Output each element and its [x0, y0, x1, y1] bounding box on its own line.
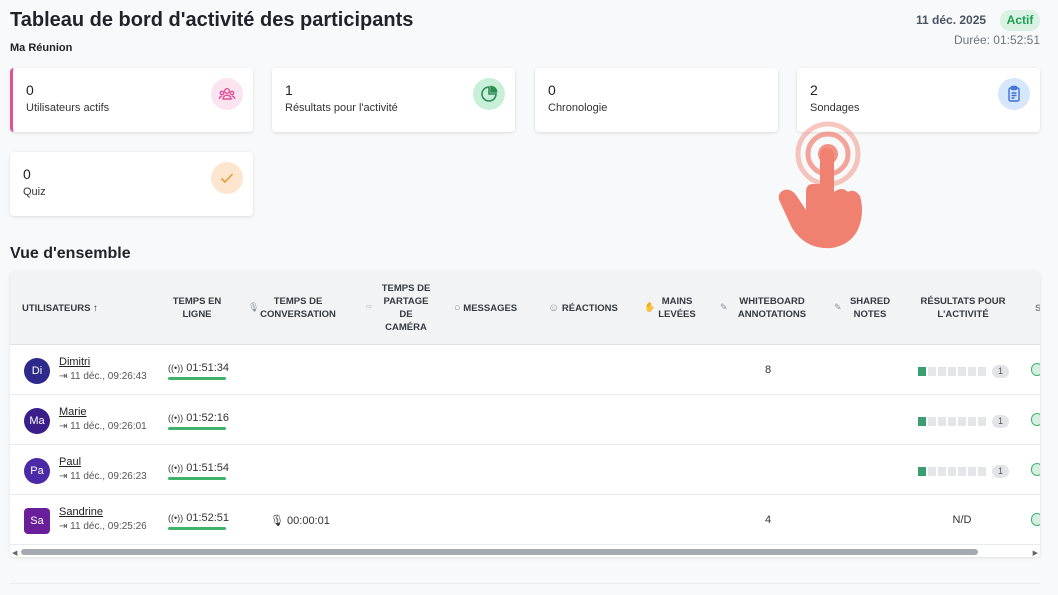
- sort-arrow-up-icon: ↑: [93, 303, 98, 314]
- talk-time: 🎙 00:00:01: [270, 515, 330, 527]
- table-row: Pa Paul ⇥ 11 déc., 09:26:23 ((•)) 01:51:…: [10, 445, 1040, 495]
- column-header-truncated[interactable]: S: [1035, 302, 1040, 315]
- microphone-icon: 🎙: [248, 302, 260, 312]
- broadcast-icon: ((•)): [168, 463, 184, 473]
- check-icon: [211, 162, 243, 194]
- message-icon: ○: [454, 302, 461, 314]
- table-header: UTILISATEURS ↑ TEMPS EN LIGNE 🎙 TEMPS DE C…: [10, 271, 1040, 345]
- horizontal-scrollbar[interactable]: ◀ ▶: [10, 545, 1040, 557]
- truncated-status-pill: [1031, 513, 1040, 526]
- activity-results-progress: 1: [918, 365, 1009, 378]
- card-value: 1: [285, 82, 293, 98]
- online-time: ((•)) 01:51:54: [168, 462, 230, 474]
- notes-icon: ✎: [834, 302, 842, 312]
- table-row: Ma Marie ⇥ 11 déc., 09:26:01 ((•)) 01:52…: [10, 395, 1040, 445]
- whiteboard-count: 4: [764, 514, 772, 526]
- scroll-right-arrow-icon[interactable]: ▶: [1033, 549, 1038, 557]
- user-name-link[interactable]: Sandrine: [59, 506, 103, 518]
- card-label: Sondages: [810, 102, 860, 114]
- pie-chart-icon: [473, 78, 505, 110]
- column-header-reactions[interactable]: ☺ RÉACTIONS: [548, 302, 618, 315]
- column-header-activity-results[interactable]: RÉSULTATS POUR L'ACTIVITÉ: [910, 295, 1016, 321]
- login-icon: ⇥: [59, 471, 68, 482]
- user-name-link[interactable]: Marie: [59, 406, 87, 418]
- online-time: ((•)) 01:51:34: [168, 362, 230, 374]
- users-icon: [211, 78, 243, 110]
- card-value: 0: [23, 166, 31, 182]
- user-name-link[interactable]: Dimitri: [59, 356, 90, 368]
- column-header-messages[interactable]: ○ MESSAGES: [454, 302, 517, 315]
- card-value: 2: [810, 82, 818, 98]
- login-icon: ⇥: [59, 421, 68, 432]
- scrollbar-thumb[interactable]: [21, 549, 978, 555]
- card-label: Chronologie: [548, 102, 608, 114]
- broadcast-icon: ((•)): [168, 413, 184, 423]
- results-count-badge: 1: [992, 415, 1009, 428]
- avatar: Pa: [24, 458, 50, 484]
- card-value: 0: [26, 82, 34, 98]
- page-title: Tableau de bord d'activité des participa…: [10, 9, 414, 31]
- join-time: ⇥ 11 déc., 09:26:01: [59, 421, 147, 432]
- truncated-status-pill: [1031, 363, 1040, 376]
- online-bar: [168, 477, 226, 480]
- results-count-badge: 1: [992, 465, 1009, 478]
- section-title: Vue d'ensemble: [10, 245, 131, 262]
- tap-hand-icon: [778, 121, 862, 249]
- activity-results-progress: 1: [918, 415, 1009, 428]
- card-timeline[interactable]: 0 Chronologie: [535, 68, 778, 132]
- meeting-name: Ma Réunion: [10, 42, 73, 54]
- card-value: 0: [548, 82, 556, 98]
- online-time: ((•)) 01:52:16: [168, 412, 230, 424]
- avatar: Sa: [24, 508, 50, 534]
- card-label: Quiz: [23, 186, 46, 198]
- clipboard-icon: [998, 78, 1030, 110]
- broadcast-icon: ((•)): [168, 513, 184, 523]
- truncated-status-pill: [1031, 463, 1040, 476]
- meeting-duration: Durée: 01:52:51: [953, 33, 1040, 47]
- join-time: ⇥ 11 déc., 09:26:23: [59, 471, 147, 482]
- column-header-raised-hands[interactable]: ✋ MAINS LEVÉES: [644, 295, 700, 321]
- scroll-left-arrow-icon[interactable]: ◀: [12, 549, 17, 557]
- table-row: Di Dimitri ⇥ 11 déc., 09:26:43 ((•)) 01:…: [10, 345, 1040, 395]
- whiteboard-count: 8: [764, 364, 772, 376]
- card-label: Utilisateurs actifs: [26, 102, 110, 114]
- join-time: ⇥ 11 déc., 09:26:43: [59, 371, 147, 382]
- online-bar: [168, 377, 226, 380]
- online-bar: [168, 527, 226, 530]
- hand-icon: ✋: [644, 302, 656, 312]
- online-bar: [168, 427, 226, 430]
- activity-table: UTILISATEURS ↑ TEMPS EN LIGNE 🎙 TEMPS DE C…: [10, 271, 1040, 557]
- join-time: ⇥ 11 déc., 09:25:26: [59, 521, 147, 532]
- activity-results-progress: 1: [918, 465, 1009, 478]
- avatar: Di: [24, 358, 50, 384]
- smiley-icon: ☺: [548, 302, 560, 314]
- login-icon: ⇥: [59, 371, 68, 382]
- results-count-badge: 1: [992, 365, 1009, 378]
- card-active-users[interactable]: 0 Utilisateurs actifs: [10, 68, 253, 132]
- column-header-shared-notes[interactable]: ✎ SHARED NOTES: [834, 295, 894, 321]
- table-row: Sa Sandrine ⇥ 11 déc., 09:25:26 ((•)) 01…: [10, 495, 1040, 545]
- truncated-status-pill: [1031, 413, 1040, 426]
- activity-results-na: N/D: [952, 514, 972, 526]
- login-icon: ⇥: [59, 521, 68, 532]
- pencil-icon: ✎: [720, 302, 728, 312]
- status-badge: Actif: [1000, 10, 1040, 31]
- divider: [10, 583, 1040, 584]
- meeting-date: 11 déc. 2025: [916, 13, 987, 27]
- broadcast-icon: ((•)): [168, 363, 184, 373]
- column-header-camera-time[interactable]: ▭ TEMPS DE PARTAGE DE CAMÉRA: [366, 282, 446, 334]
- column-header-whiteboard[interactable]: ✎ WHITEBOARD ANNOTATIONS: [720, 295, 812, 321]
- online-time: ((•)) 01:52:51: [168, 512, 230, 524]
- column-header-online-time[interactable]: TEMPS EN LIGNE: [160, 295, 234, 321]
- avatar: Ma: [24, 408, 50, 434]
- column-header-users[interactable]: UTILISATEURS ↑: [22, 302, 98, 315]
- camera-icon: ▭: [366, 304, 372, 310]
- card-activity-results[interactable]: 1 Résultats pour l'activité: [272, 68, 515, 132]
- card-quiz[interactable]: 0 Quiz: [10, 152, 253, 216]
- user-name-link[interactable]: Paul: [59, 456, 81, 468]
- microphone-icon: 🎙: [270, 515, 284, 527]
- column-header-talk-time[interactable]: 🎙 TEMPS DE CONVERSATION: [246, 295, 350, 321]
- card-label: Résultats pour l'activité: [285, 102, 398, 114]
